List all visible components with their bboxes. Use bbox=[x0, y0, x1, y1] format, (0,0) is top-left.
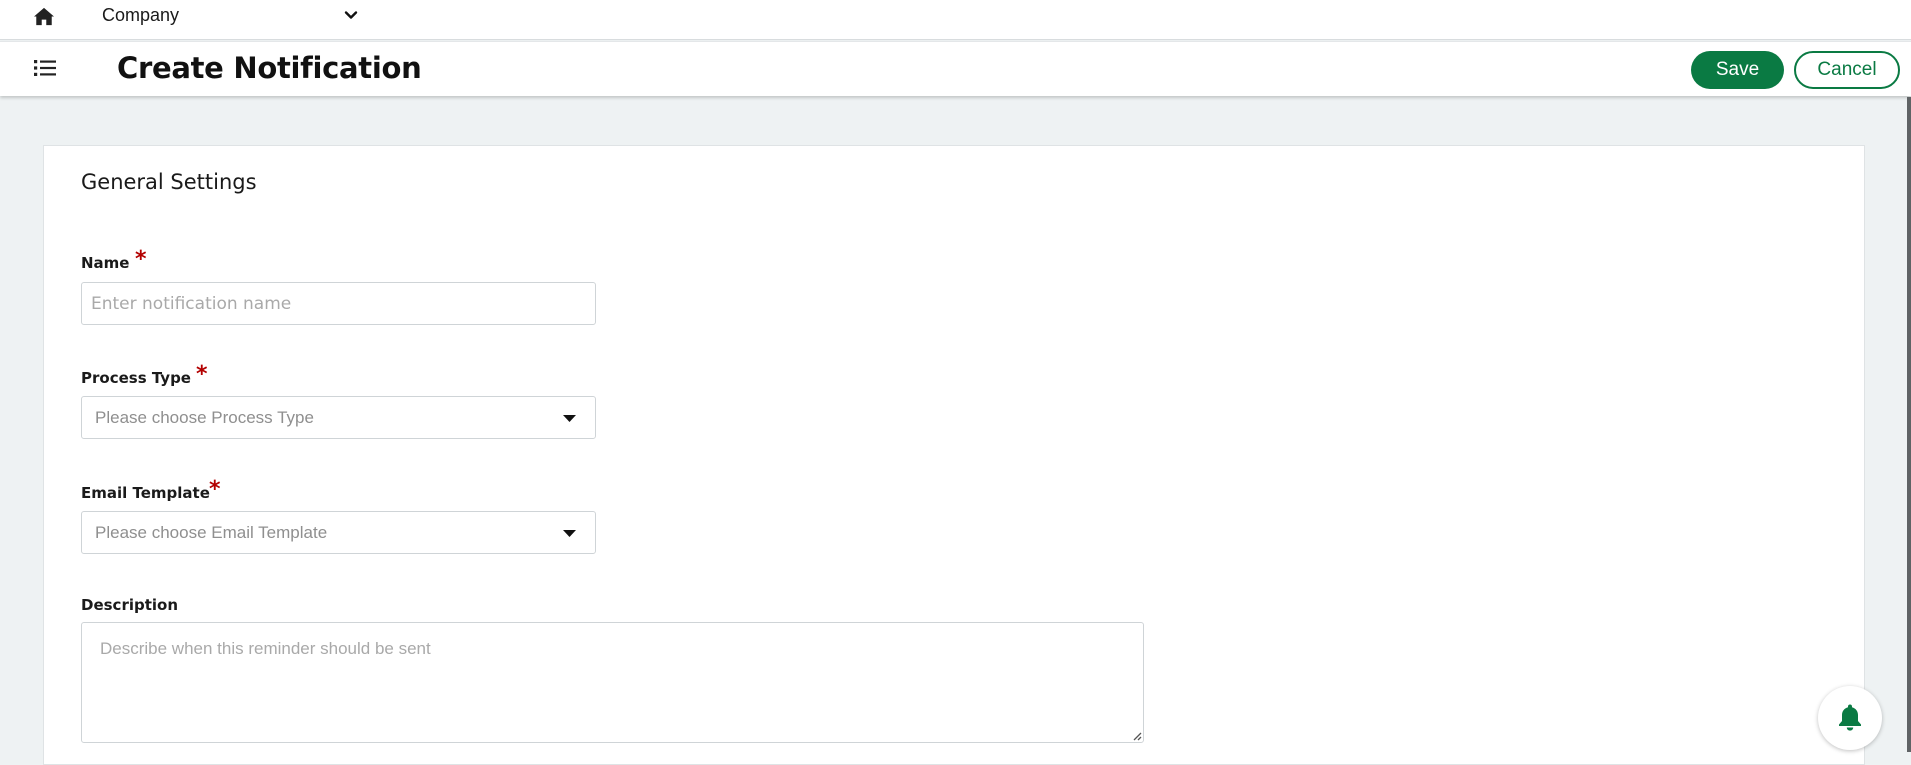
chevron-down-icon bbox=[344, 11, 358, 19]
bell-icon bbox=[1839, 704, 1861, 731]
save-button[interactable]: Save bbox=[1691, 51, 1784, 89]
top-bar: Company bbox=[0, 0, 1911, 40]
list-icon[interactable] bbox=[33, 57, 57, 79]
process-type-select[interactable]: Please choose Process Type bbox=[81, 396, 596, 439]
company-select[interactable]: Company bbox=[102, 3, 360, 27]
general-settings-card: General Settings Name * Process Type * P… bbox=[43, 145, 1865, 765]
section-title: General Settings bbox=[81, 170, 257, 194]
email-template-select[interactable]: Please choose Email Template bbox=[81, 511, 596, 554]
email-template-label: Email Template bbox=[81, 484, 210, 502]
name-required-marker: * bbox=[135, 247, 147, 272]
cancel-button[interactable]: Cancel bbox=[1794, 51, 1900, 89]
page-header: Create Notification Save Cancel bbox=[0, 41, 1911, 96]
name-label: Name bbox=[81, 254, 130, 272]
description-label: Description bbox=[81, 596, 179, 614]
email-template-placeholder: Please choose Email Template bbox=[95, 523, 328, 542]
caret-down-icon bbox=[563, 415, 576, 422]
caret-down-icon bbox=[563, 530, 576, 537]
description-textarea[interactable] bbox=[81, 622, 1144, 743]
email-template-required-marker: * bbox=[209, 477, 221, 502]
notifications-button[interactable] bbox=[1818, 686, 1882, 750]
company-select-value: Company bbox=[102, 4, 180, 25]
process-type-placeholder: Please choose Process Type bbox=[95, 408, 314, 427]
home-icon[interactable] bbox=[33, 6, 55, 26]
resize-handle-icon[interactable] bbox=[1131, 730, 1142, 741]
process-type-required-marker: * bbox=[196, 362, 208, 387]
page-title: Create Notification bbox=[117, 51, 422, 85]
page-scrollbar[interactable] bbox=[1907, 97, 1911, 752]
name-input[interactable] bbox=[81, 282, 596, 325]
process-type-label: Process Type bbox=[81, 369, 191, 387]
